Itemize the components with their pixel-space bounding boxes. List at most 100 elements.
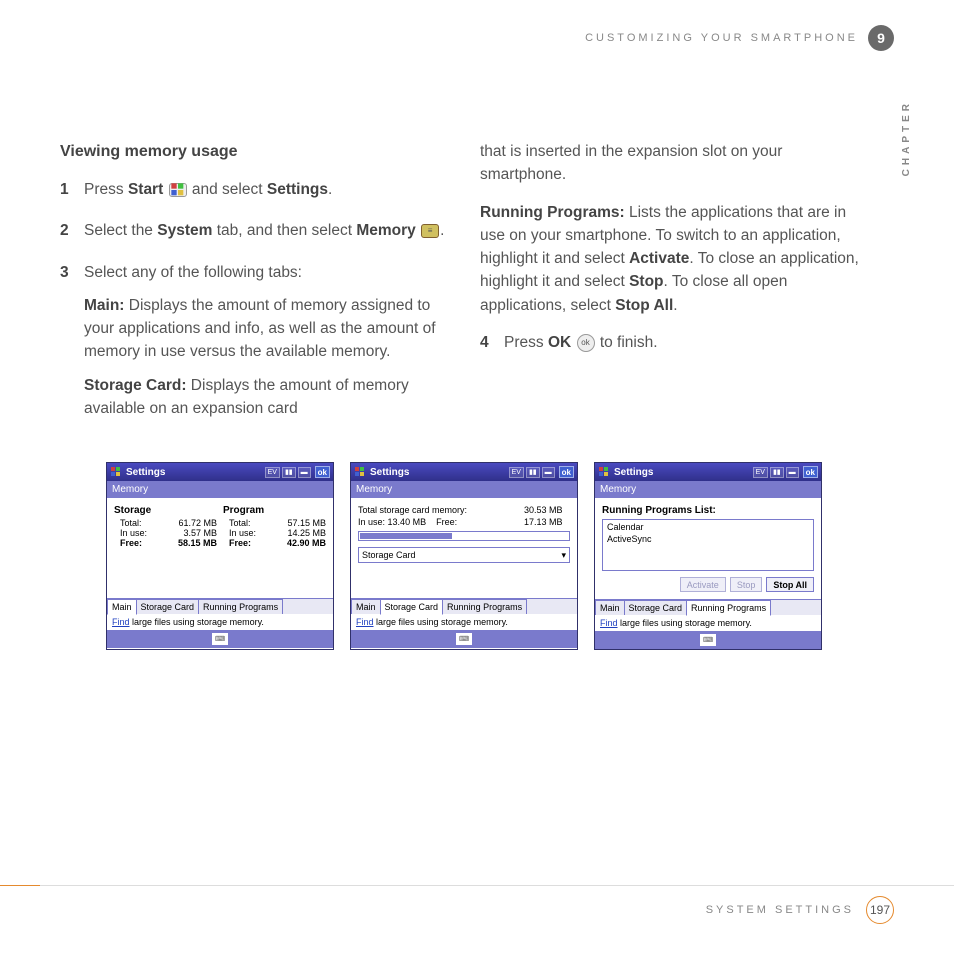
windows-flag-icon: [110, 466, 122, 478]
sip-bar: ⌨: [595, 631, 821, 649]
keyboard-icon[interactable]: ⌨: [456, 633, 472, 645]
text: large files using storage memory.: [374, 617, 508, 627]
main-label: Main:: [84, 297, 124, 314]
bold-settings: Settings: [267, 181, 328, 198]
storage-card-label: Storage Card:: [84, 377, 187, 394]
program-column: Program Total:57.15 MB In use:14.25 MB F…: [223, 505, 326, 548]
activate-button[interactable]: Activate: [680, 577, 726, 592]
step-number: 4: [480, 331, 504, 364]
text: tab, and then select: [212, 222, 356, 239]
text: to finish.: [600, 334, 658, 351]
label: Free:: [436, 517, 457, 527]
titlebar: Settings EV ▮▮ ▬ ok: [595, 463, 821, 481]
bold-start: Start: [128, 181, 163, 198]
find-link[interactable]: Find: [356, 617, 374, 627]
screenshot-storage-tab: Settings EV ▮▮ ▬ ok Memory Total storage…: [350, 462, 578, 650]
label: In use:: [120, 528, 147, 538]
keyboard-icon[interactable]: ⌨: [212, 633, 228, 645]
tab-main[interactable]: Main: [107, 599, 137, 615]
text: large files using storage memory.: [130, 617, 264, 627]
screenshots-row: Settings EV ▮▮ ▬ ok Memory Storage Total…: [60, 462, 894, 650]
bold-memory: Memory: [356, 222, 415, 239]
tab-storage-card[interactable]: Storage Card: [136, 599, 200, 614]
list-item[interactable]: ActiveSync: [607, 534, 809, 546]
subheader-memory: Memory: [351, 481, 577, 498]
tab-storage-card[interactable]: Storage Card: [624, 600, 688, 615]
battery-icon: ▬: [786, 467, 799, 478]
section-heading: Viewing memory usage: [60, 140, 452, 164]
start-icon: [169, 183, 187, 197]
label: Total storage card memory:: [358, 505, 524, 515]
find-link[interactable]: Find: [600, 618, 618, 628]
text: .: [328, 181, 332, 198]
storage-column: Storage Total:61.72 MB In use:3.57 MB Fr…: [114, 505, 217, 548]
label: Total:: [120, 518, 142, 528]
find-line: Find large files using storage memory.: [351, 614, 577, 630]
storage-select[interactable]: Storage Card: [358, 547, 570, 563]
step-2: 2 Select the System tab, and then select…: [60, 219, 452, 252]
progress-bar: [358, 531, 570, 541]
value: 57.15 MB: [287, 518, 326, 528]
text: that is inserted in the expansion slot o…: [480, 140, 872, 187]
step-number: 3: [60, 261, 84, 431]
list-item[interactable]: Calendar: [607, 522, 809, 534]
titlebar-title: Settings: [370, 467, 505, 478]
left-column: Viewing memory usage 1 Press Start and s…: [60, 140, 452, 438]
chapter-label: CHAPTER: [901, 100, 912, 176]
footer-section-title: SYSTEM SETTINGS: [706, 904, 854, 916]
ok-button[interactable]: ok: [559, 466, 574, 478]
label: Free:: [120, 538, 142, 548]
running-listbox[interactable]: Calendar ActiveSync: [602, 519, 814, 571]
titlebar: Settings EV ▮▮ ▬ ok: [107, 463, 333, 481]
find-line: Find large files using storage memory.: [595, 615, 821, 631]
stop-all-button[interactable]: Stop All: [766, 577, 814, 592]
text: Press: [84, 181, 128, 198]
page-number-badge: 197: [866, 896, 894, 924]
battery-icon: ▬: [542, 467, 555, 478]
value: 61.72 MB: [178, 518, 217, 528]
titlebar-title: Settings: [126, 467, 261, 478]
label: In use:: [229, 528, 256, 538]
tab-main[interactable]: Main: [595, 600, 625, 615]
running-list-label: Running Programs List:: [602, 505, 814, 516]
text: Select the: [84, 222, 157, 239]
ok-button[interactable]: ok: [315, 466, 330, 478]
text: Select any of the following tabs:: [84, 261, 452, 284]
body-columns: Viewing memory usage 1 Press Start and s…: [60, 140, 894, 438]
program-heading: Program: [223, 505, 326, 516]
right-column: that is inserted in the expansion slot o…: [480, 140, 872, 438]
value: 42.90 MB: [287, 538, 326, 548]
ok-icon: ok: [577, 334, 595, 352]
sip-bar: ⌨: [351, 630, 577, 648]
step-number: 1: [60, 178, 84, 211]
windows-flag-icon: [354, 466, 366, 478]
step-1: 1 Press Start and select Settings.: [60, 178, 452, 211]
value: 14.25 MB: [287, 528, 326, 538]
windows-flag-icon: [598, 466, 610, 478]
screenshot-main-tab: Settings EV ▮▮ ▬ ok Memory Storage Total…: [106, 462, 334, 650]
memory-icon: ≡: [421, 224, 439, 238]
tab-running-programs[interactable]: Running Programs: [686, 600, 771, 616]
text: .: [673, 297, 677, 314]
footer-accent: [0, 885, 40, 886]
text: large files using storage memory.: [618, 618, 752, 628]
ev-indicator: EV: [753, 467, 768, 478]
step-4: 4 Press OK ok to finish.: [480, 331, 872, 364]
keyboard-icon[interactable]: ⌨: [700, 634, 716, 646]
tab-running-programs[interactable]: Running Programs: [198, 599, 283, 614]
sip-bar: ⌨: [107, 630, 333, 648]
combo-value: Storage Card: [362, 550, 416, 560]
signal-icon: ▮▮: [282, 467, 296, 478]
subheader-memory: Memory: [595, 481, 821, 498]
tab-main[interactable]: Main: [351, 599, 381, 614]
storage-heading: Storage: [114, 505, 217, 516]
tab-storage-card[interactable]: Storage Card: [380, 599, 444, 615]
bold-stopall: Stop All: [615, 297, 673, 314]
ok-button[interactable]: ok: [803, 466, 818, 478]
running-programs-label: Running Programs:: [480, 204, 625, 221]
bold-ok: OK: [548, 334, 571, 351]
tabs: Main Storage Card Running Programs: [107, 598, 333, 614]
stop-button[interactable]: Stop: [730, 577, 763, 592]
find-link[interactable]: Find: [112, 617, 130, 627]
tab-running-programs[interactable]: Running Programs: [442, 599, 527, 614]
